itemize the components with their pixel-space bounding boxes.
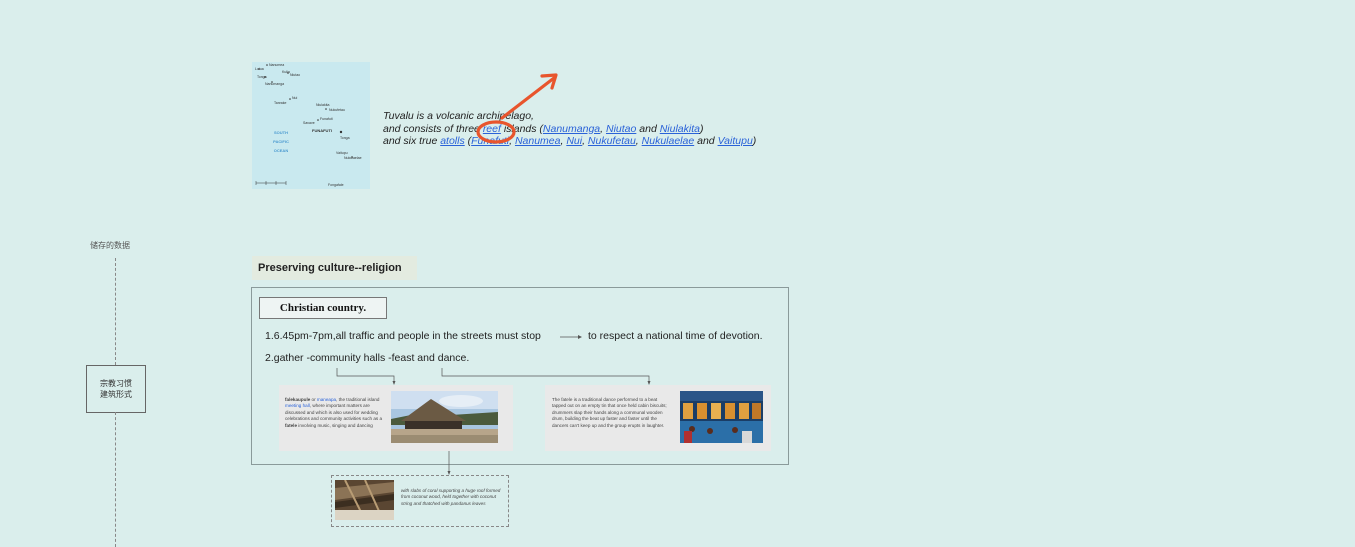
map-label: Nukufetau: [329, 108, 345, 112]
point-1: 1.6.45pm-7pm,all traffic and people in t…: [265, 330, 541, 342]
card-fatele-text: The fatele is a traditional dance perfor…: [552, 397, 667, 428]
map-label: Nukulaelae: [344, 156, 362, 160]
intro-line1: Tuvalu is a volcanic archipelago,: [383, 110, 534, 122]
map-ocean-label: OCEAN: [274, 148, 289, 153]
tree-root-label[interactable]: 储存的数据: [90, 240, 130, 251]
meeting-hall-photo: [391, 391, 498, 443]
point-1-result: to respect a national time of devotion.: [588, 330, 763, 342]
roof-structure-photo: [335, 480, 394, 520]
tree-node-line2: 建筑形式: [100, 390, 132, 399]
map-label: Lotua: [255, 67, 264, 71]
map-ocean-label: SOUTH: [274, 130, 288, 135]
christian-heading[interactable]: Christian country.: [259, 297, 387, 319]
intro-text: Tuvalu is a volcanic archipelago, and co…: [383, 110, 823, 148]
intro-line3: and six true atolls (Funafuti, Nanumea, …: [383, 135, 757, 147]
map-label: FUNAFUTI: [312, 128, 332, 133]
intro-line2: and consists of three reef islands (Nanu…: [383, 122, 704, 135]
link-niulakita[interactable]: Niulakita: [660, 123, 700, 135]
map-label: Niutao: [290, 73, 300, 77]
tree-node-line1: 宗教习惯: [100, 379, 132, 388]
map-label: Tanrake: [274, 101, 287, 105]
map-label: Tonga: [340, 136, 350, 140]
link-niutao[interactable]: Niutao: [606, 123, 636, 135]
map-ocean-label: PACIFIC: [273, 139, 289, 144]
link-vaitupu[interactable]: Vaitupu: [718, 135, 753, 147]
map-label: Vaitupu: [336, 151, 348, 155]
point-2: 2.gather -community halls -feast and dan…: [265, 352, 470, 364]
link-nukulaelae[interactable]: Nukulaelae: [642, 135, 695, 147]
map-label: Nanumanga: [265, 82, 284, 86]
map-label: Funafuti: [320, 117, 333, 121]
card-coral-roof-text: with slabs of coral supporting a huge ro…: [401, 488, 501, 506]
link-meeting-hall[interactable]: meeting hall: [285, 403, 310, 408]
annotation-circle: [476, 120, 516, 144]
map-label: Tonga: [257, 75, 267, 79]
map-label: Kulia: [282, 70, 290, 74]
map-label: Savave: [303, 121, 315, 125]
tree-connector: [115, 412, 116, 547]
tree-node-religion[interactable]: 宗教习惯 建筑形式: [86, 365, 146, 413]
map-label: Fongafale: [328, 183, 344, 187]
link-nukufetau[interactable]: Nukufetau: [588, 135, 636, 147]
card-falekaupule-text: falekaupule or maneapa, the traditional …: [285, 397, 383, 428]
map-label: Niulakita: [316, 103, 329, 107]
fatele-dance-photo: [680, 391, 763, 443]
section-title[interactable]: Preserving culture--religion: [252, 256, 417, 280]
tree-connector: [115, 258, 116, 365]
right-arrow-icon: [560, 335, 582, 339]
annotation-arrow: [476, 73, 558, 144]
link-maneapa[interactable]: maneapa: [317, 397, 336, 402]
map-label: Nui: [292, 96, 297, 100]
map-label: Nanumea: [269, 63, 284, 67]
link-atolls[interactable]: atolls: [440, 135, 465, 147]
annotation-arrow-shaft: [500, 76, 556, 120]
tuvalu-map: Nanumea Lotua Kulia Niutao Tonga Nanuman…: [252, 62, 370, 189]
